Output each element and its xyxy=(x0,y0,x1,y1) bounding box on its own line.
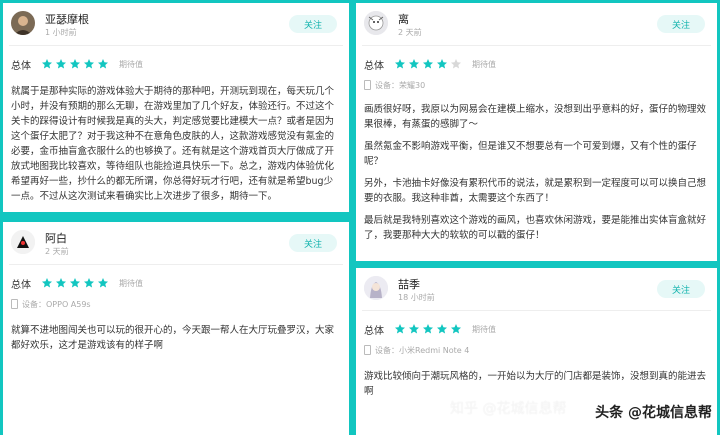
star-filled-icon xyxy=(98,278,108,288)
avatar[interactable] xyxy=(364,276,388,300)
timestamp: 2 天前 xyxy=(45,247,69,256)
device-info: 设备：OPPO A59s xyxy=(3,295,349,313)
follow-button[interactable]: 关注 xyxy=(657,280,705,298)
review-text: 游戏比较倾向于潮玩风格的，一开始以为大厅的门店都是装饰，没想到真的能进去啊 xyxy=(356,359,717,399)
review-text: 就属于是那种实际的游戏体验大于期待的那种吧，开测玩到现在，每天玩几个小时，并没有… xyxy=(3,76,349,204)
review-text: 画质很好呀，我原以为网易会在建模上缩水，没想到出乎意料的好，蛋仔的物理效果很棒，… xyxy=(356,94,717,243)
phone-icon xyxy=(11,299,18,309)
avatar[interactable] xyxy=(11,11,35,35)
star-filled-icon xyxy=(451,324,461,334)
star-filled-icon xyxy=(42,59,52,69)
review-text: 就算不进地图闯关也可以玩的很开心的，今天跟一帮人在大厅玩叠罗汉，大家都好欢乐，这… xyxy=(3,313,349,353)
star-filled-icon xyxy=(395,324,405,334)
expectation-label: 期待值 xyxy=(472,324,496,334)
user-avatar-icon xyxy=(11,230,35,254)
expectation-label: 期待值 xyxy=(472,59,496,69)
review-paragraph: 游戏比较倾向于潮玩风格的，一开始以为大厅的门店都是装饰，没想到真的能进去啊 xyxy=(364,371,707,397)
phone-icon xyxy=(364,80,371,90)
device-label: 设备：小米Redmi Note 4 xyxy=(375,345,470,355)
follow-button[interactable]: 关注 xyxy=(657,15,705,33)
star-filled-icon xyxy=(423,59,433,69)
follow-button[interactable]: 关注 xyxy=(289,234,337,252)
review-paragraph: 画质很好呀，我原以为网易会在建模上缩水，没想到出乎意料的好，蛋仔的物理效果很棒，… xyxy=(364,104,707,130)
star-filled-icon xyxy=(437,59,447,69)
star-filled-icon xyxy=(42,278,52,288)
star-filled-icon xyxy=(70,278,80,288)
star-filled-icon xyxy=(56,278,66,288)
user-avatar-icon xyxy=(11,11,35,35)
avatar[interactable] xyxy=(11,230,35,254)
watermark: 知乎 @花城信息帮 xyxy=(450,401,567,417)
star-empty-icon xyxy=(451,59,461,69)
review-paragraph: 就算不进地图闯关也可以玩的很开心的，今天跟一帮人在大厅玩叠罗汉，大家都好欢乐，这… xyxy=(11,325,335,351)
username[interactable]: 亚瑟摩根 xyxy=(45,11,89,27)
rating-row: 总体 期待值 xyxy=(356,52,717,76)
phone-icon xyxy=(364,345,371,355)
star-rating xyxy=(394,58,462,70)
review-paragraph: 最后就是我特别喜欢这个游戏的画风，也喜欢休闲游戏，要是能推出实体盲盒就好了，我要… xyxy=(364,215,707,241)
expectation-label: 期待值 xyxy=(119,59,143,69)
rating-row: 总体 期待值 xyxy=(3,271,349,295)
review-paragraph: 另外，卡池抽卡好像没有累积代币的说法，就是累积到一定程度可以可以换自己想要的衣服… xyxy=(364,178,707,204)
review-card-2: 阿白 2 天前 关注 总体 期待值 设备：OPPO A59s 就算不进地图闯关也… xyxy=(3,222,349,435)
rating-row: 总体 期待值 xyxy=(356,317,717,341)
divider xyxy=(9,45,343,46)
review-card-3: 离 2 天前 关注 总体 期待值 设备：荣耀30 画质很好呀，我原以为网易会在建… xyxy=(356,3,717,261)
review-paragraph: 就属于是那种实际的游戏体验大于期待的那种吧，开测玩到现在，每天玩几个小时，并没有… xyxy=(11,86,335,202)
star-filled-icon xyxy=(423,324,433,334)
star-filled-icon xyxy=(84,59,94,69)
star-filled-icon xyxy=(437,324,447,334)
star-filled-icon xyxy=(409,59,419,69)
device-info: 设备：荣耀30 xyxy=(356,76,717,94)
divider xyxy=(9,264,343,265)
review-paragraph: 虽然氪金不影响游戏平衡，但是谁又不想要总有一个可爱到爆，又有个性的蛋仔呢？ xyxy=(364,141,697,167)
star-filled-icon xyxy=(409,324,419,334)
star-rating xyxy=(41,58,109,70)
star-filled-icon xyxy=(70,59,80,69)
avatar[interactable] xyxy=(364,11,388,35)
device-label: 设备：OPPO A59s xyxy=(22,299,91,309)
star-filled-icon xyxy=(395,59,405,69)
timestamp: 1 小时前 xyxy=(45,28,77,37)
rating-row: 总体 期待值 xyxy=(3,52,349,76)
rating-label: 总体 xyxy=(11,60,31,72)
rating-label: 总体 xyxy=(364,325,384,337)
divider xyxy=(362,45,711,46)
user-avatar-icon xyxy=(364,11,388,35)
divider xyxy=(362,310,711,311)
rating-label: 总体 xyxy=(11,279,31,291)
device-info: 设备：小米Redmi Note 4 xyxy=(356,341,717,359)
username[interactable]: 喆季 xyxy=(398,276,420,292)
rating-label: 总体 xyxy=(364,60,384,72)
star-filled-icon xyxy=(98,59,108,69)
timestamp: 2 天前 xyxy=(398,28,422,37)
star-filled-icon xyxy=(56,59,66,69)
device-label: 设备：荣耀30 xyxy=(375,80,426,90)
username[interactable]: 阿白 xyxy=(45,230,67,246)
user-avatar-icon xyxy=(364,276,388,300)
username[interactable]: 离 xyxy=(398,11,409,27)
source-credit: 头条 @花城信息帮 xyxy=(595,405,712,421)
star-rating xyxy=(394,323,462,335)
expectation-label: 期待值 xyxy=(119,278,143,288)
review-card-1: 亚瑟摩根 1 小时前 关注 总体 期待值 就属于是那种实际的游戏体验大于期待的那… xyxy=(3,3,349,212)
timestamp: 18 小时前 xyxy=(398,293,435,302)
star-rating xyxy=(41,277,109,289)
star-filled-icon xyxy=(84,278,94,288)
follow-button[interactable]: 关注 xyxy=(289,15,337,33)
